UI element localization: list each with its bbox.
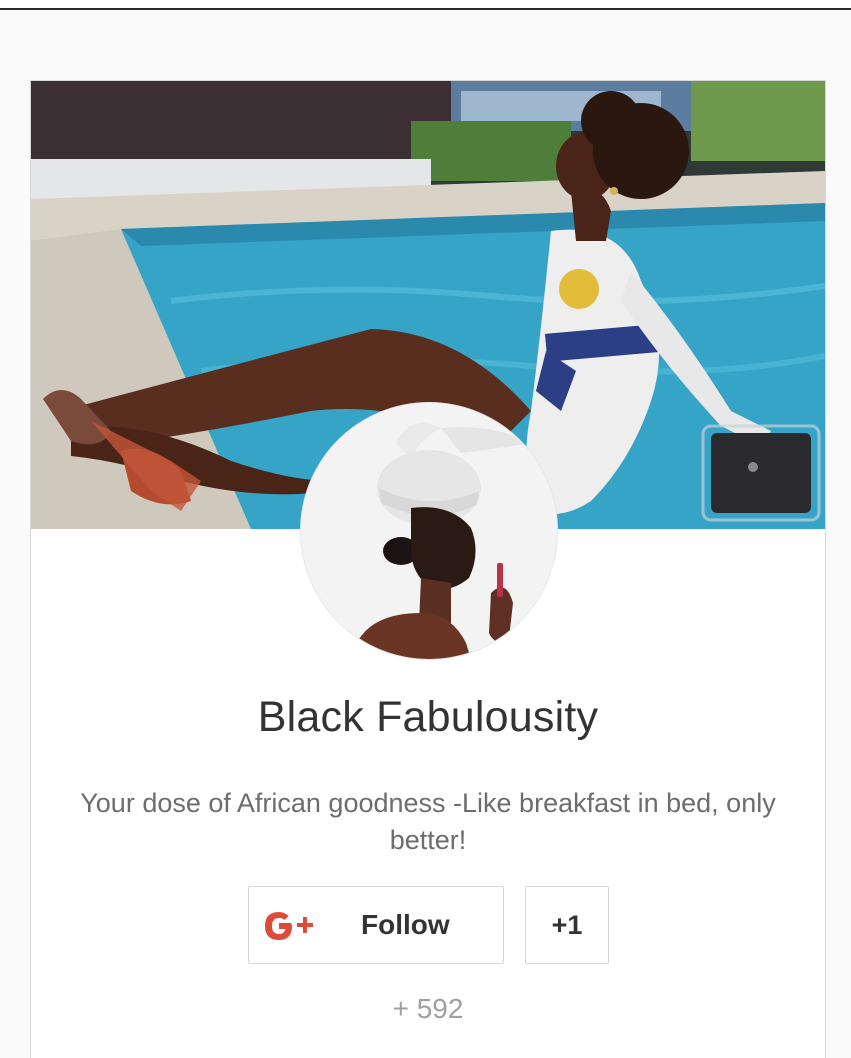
follower-count: + 592 [392,993,464,1024]
profile-tagline: Your dose of African goodness -Like brea… [80,788,776,855]
follow-label: Follow [361,909,450,940]
google-plus-icon [261,907,319,945]
plus-one-button[interactable]: +1 [525,886,609,964]
follow-button[interactable]: Follow [248,886,504,964]
google-plus-profile-card: Black Fabulousity Your dose of African g… [30,80,826,1058]
top-divider [0,0,851,10]
page: Black Fabulousity Your dose of African g… [0,0,851,1058]
profile-name: Black Fabulousity [257,693,599,741]
profile-avatar[interactable] [301,403,557,659]
